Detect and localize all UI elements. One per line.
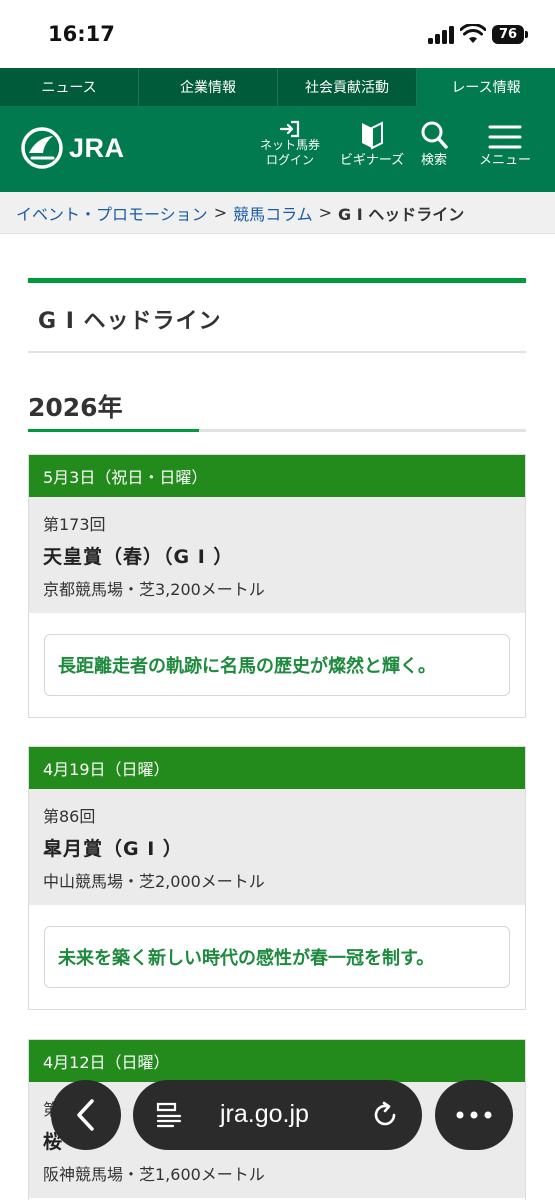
race-venue: 京都競馬場・芝3,200メートル: [43, 580, 265, 599]
race-date: 5月3日（祝日・日曜）: [29, 455, 525, 497]
title-top-rule: [28, 278, 526, 283]
menu-label: メニュー: [478, 153, 531, 168]
year-heading: 2026年: [28, 393, 123, 422]
jra-logo-icon: [21, 127, 63, 169]
race-info: 第86回 皐月賞（G I ） 中山競馬場・芝2,000メートル: [29, 789, 525, 905]
race-round: 第86回: [43, 807, 96, 826]
breadcrumb-current: G I ヘッドライン: [338, 204, 465, 224]
more-icon: [456, 1111, 492, 1119]
login-label-line2: ログイン: [265, 153, 314, 167]
breadcrumb: イベント・プロモーション > 競馬コラム > G I ヘッドライン: [0, 192, 555, 234]
login-label-line1: ネット馬券: [259, 138, 320, 152]
hamburger-menu-icon: [488, 125, 522, 149]
breadcrumb-events[interactable]: イベント・プロモーション: [16, 201, 208, 225]
search-button[interactable]: 検索: [412, 120, 456, 169]
reload-icon[interactable]: [371, 1101, 399, 1129]
top-nav-race-info[interactable]: レース情報: [417, 68, 555, 106]
top-nav-news[interactable]: ニュース: [0, 68, 139, 106]
battery-tip: [525, 31, 528, 38]
top-nav: ニュース 企業情報 社会貢献活動 レース情報: [0, 68, 555, 106]
more-options-button[interactable]: [435, 1080, 513, 1150]
battery-indicator: 76: [492, 25, 524, 44]
beginners-label: ビギナーズ: [339, 153, 405, 168]
title-divider: [28, 351, 526, 353]
breadcrumb-separator: >: [213, 203, 228, 222]
menu-button[interactable]: メニュー: [474, 120, 536, 169]
beginners-button[interactable]: ビギナーズ: [336, 120, 408, 169]
breadcrumb-column[interactable]: 競馬コラム: [233, 201, 313, 225]
status-time: 16:17: [48, 22, 115, 46]
race-name: 皐月賞（G I ）: [43, 838, 183, 860]
year-divider-accent: [28, 429, 199, 432]
cellular-signal-icon: [428, 26, 454, 44]
race-card: 5月3日（祝日・日曜） 第173回 天皇賞（春）（G I ） 京都競馬場・芝3,…: [28, 454, 526, 718]
race-date: 4月19日（日曜）: [29, 747, 525, 789]
race-venue: 中山競馬場・芝2,000メートル: [43, 872, 265, 891]
top-nav-social[interactable]: 社会貢献活動: [278, 68, 417, 106]
top-nav-company[interactable]: 企業情報: [139, 68, 278, 106]
logo-text: JRA: [69, 132, 125, 163]
status-bar: 16:17 76: [0, 0, 555, 68]
login-icon: [279, 120, 300, 138]
site-header: JRA ネット馬券 ログイン ビギナーズ 検索 メニュー: [0, 106, 555, 192]
race-headline-link[interactable]: 長距離走者の軌跡に名馬の歴史が燦然と輝く。: [44, 634, 510, 696]
browser-toolbar: jra.go.jp: [0, 1076, 555, 1200]
back-button[interactable]: [51, 1080, 121, 1150]
search-label: 検索: [420, 153, 447, 168]
net-login-button[interactable]: ネット馬券 ログイン: [252, 120, 328, 168]
jra-logo[interactable]: JRA: [20, 126, 125, 170]
race-body: 長距離走者の軌跡に名馬の歴史が燦然と輝く。: [29, 613, 525, 717]
wifi-icon: [460, 24, 486, 43]
page-menu-icon[interactable]: [155, 1101, 183, 1129]
address-bar[interactable]: jra.go.jp: [133, 1080, 422, 1150]
search-icon: [421, 121, 448, 149]
page-title: G I ヘッドライン: [38, 309, 222, 334]
race-round: 第173回: [43, 515, 106, 534]
breadcrumb-separator: >: [318, 203, 333, 222]
race-card: 4月19日（日曜） 第86回 皐月賞（G I ） 中山競馬場・芝2,000メート…: [28, 746, 526, 1010]
beginner-mark-icon: [362, 121, 383, 150]
race-name: 天皇賞（春）（G I ）: [43, 546, 234, 568]
chevron-left-icon: [77, 1099, 94, 1131]
race-info: 第173回 天皇賞（春）（G I ） 京都競馬場・芝3,200メートル: [29, 497, 525, 613]
race-headline-link[interactable]: 未来を築く新しい時代の感性が春一冠を制す。: [44, 926, 510, 988]
race-body: 未来を築く新しい時代の感性が春一冠を制す。: [29, 905, 525, 1009]
url-text: jra.go.jp: [220, 1100, 309, 1128]
